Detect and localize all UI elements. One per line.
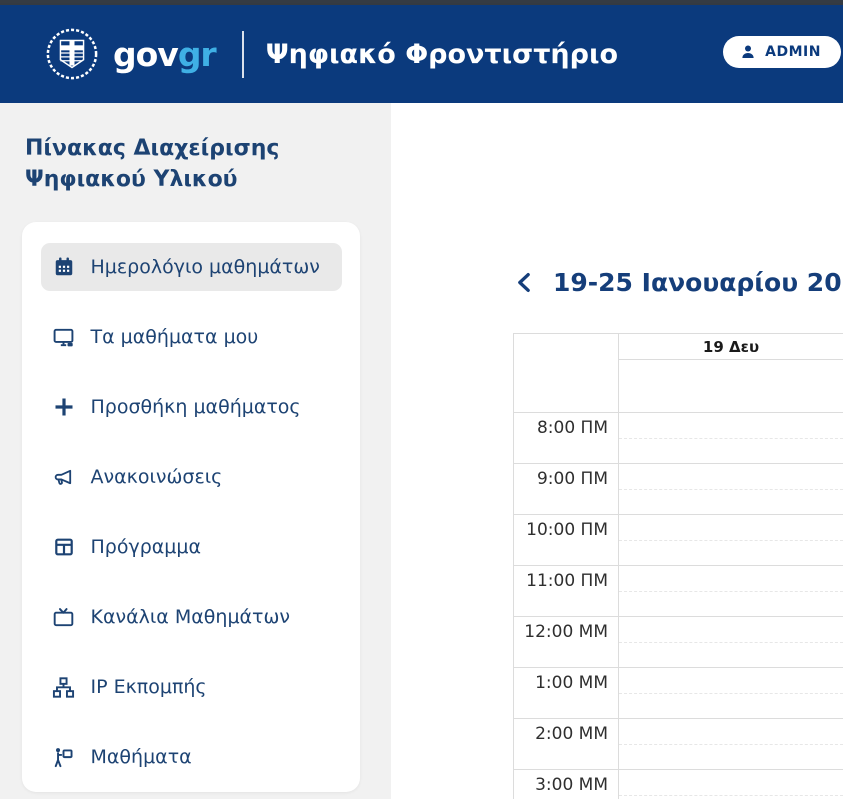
- half-hour-line: [619, 540, 843, 541]
- time-label: 1:00 ΜΜ: [514, 668, 619, 718]
- time-label: 12:00 ΜΜ: [514, 617, 619, 667]
- tv-icon: [52, 605, 76, 629]
- table-icon: [52, 535, 76, 559]
- sidebar-item-lesson-calendar[interactable]: Ημερολόγιο μαθημάτων: [41, 243, 342, 291]
- calendar-slot[interactable]: [619, 413, 843, 463]
- sidebar-title: Πίνακας Διαχείρισης Ψηφιακού Υλικού: [25, 133, 335, 195]
- sidebar-item-label: IP Εκπομπής: [91, 676, 207, 698]
- app-title: Ψηφιακό Φροντιστήριο: [266, 39, 618, 70]
- tour-icon: [52, 745, 76, 769]
- hour-row: 9:00 ΠΜ: [514, 463, 843, 514]
- govgr-logo[interactable]: govgr: [45, 27, 216, 81]
- app-frame: govgr Ψηφιακό Φροντιστήριο ADMIN Πίνακας…: [0, 0, 843, 799]
- time-label: 8:00 ΠΜ: [514, 413, 619, 463]
- calendar-slot[interactable]: [619, 566, 843, 616]
- calendar-slot[interactable]: [619, 719, 843, 769]
- time-label: 10:00 ΠΜ: [514, 515, 619, 565]
- chevron-left-icon: [512, 269, 537, 296]
- time-label: 11:00 ΠΜ: [514, 566, 619, 616]
- previous-week-button[interactable]: [511, 269, 537, 297]
- hour-row: 2:00 ΜΜ: [514, 718, 843, 769]
- hour-row: 10:00 ΠΜ: [514, 514, 843, 565]
- time-label: 3:00 ΜΜ: [514, 770, 619, 799]
- hour-row: 8:00 ΠΜ: [514, 412, 843, 463]
- time-label: 9:00 ΠΜ: [514, 464, 619, 514]
- logo-gr-text: gr: [178, 35, 216, 74]
- hour-row: 12:00 ΜΜ: [514, 616, 843, 667]
- sidebar-item-lessons[interactable]: Μαθήματα: [41, 733, 342, 781]
- sidebar-item-label: Μαθήματα: [91, 746, 192, 768]
- sidebar-item-label: Ανακοινώσεις: [91, 466, 223, 488]
- sidebar-menu-card: Ημερολόγιο μαθημάτων Τα μαθήματα μου: [22, 222, 360, 792]
- sidebar-item-label: Προσθήκη μαθήματος: [91, 396, 301, 418]
- calendar-day-header: 19 Δευ: [619, 334, 843, 412]
- half-hour-line: [619, 489, 843, 490]
- plus-icon: [52, 395, 76, 419]
- hour-row: 11:00 ΠΜ: [514, 565, 843, 616]
- admin-button[interactable]: ADMIN: [723, 36, 841, 68]
- half-hour-line: [619, 642, 843, 643]
- sidebar-item-announcements[interactable]: Ανακοινώσεις: [41, 453, 342, 501]
- header-divider: [242, 31, 244, 78]
- sidebar-item-my-lessons[interactable]: Τα μαθήματα μου: [41, 313, 342, 361]
- calendar-slot[interactable]: [619, 770, 843, 799]
- logo-gov-text: gov: [113, 35, 178, 74]
- week-calendar-grid: 19 Δευ 8:00 ΠΜ 9:00 ΠΜ 10:00 ΠΜ 11:00 ΠΜ: [513, 333, 843, 799]
- sidebar-item-ip-broadcast[interactable]: IP Εκπομπής: [41, 663, 342, 711]
- app-header: govgr Ψηφιακό Φροντιστήριο ADMIN: [0, 5, 843, 103]
- calendar-icon: [52, 255, 76, 279]
- calendar-slot[interactable]: [619, 464, 843, 514]
- week-title: 19-25 Ιανουαρίου 2026: [553, 268, 843, 297]
- main-content: 19-25 Ιανουαρίου 2026 19 Δευ 8:00 ΠΜ 9:0…: [391, 103, 843, 799]
- megaphone-icon: [52, 465, 76, 489]
- sidebar-item-add-lesson[interactable]: Προσθήκη μαθήματος: [41, 383, 342, 431]
- admin-button-label: ADMIN: [765, 44, 821, 60]
- half-hour-line: [619, 744, 843, 745]
- week-navigation: 19-25 Ιανουαρίου 2026: [511, 268, 843, 297]
- calendar-slot[interactable]: [619, 515, 843, 565]
- sidebar-item-label: Κανάλια Μαθημάτων: [91, 606, 291, 628]
- calendar-slot[interactable]: [619, 668, 843, 718]
- monitor-icon: [52, 325, 76, 349]
- govgr-wordmark: govgr: [113, 35, 216, 74]
- hour-row: 1:00 ΜΜ: [514, 667, 843, 718]
- all-day-slot[interactable]: [619, 359, 843, 412]
- hour-row: 3:00 ΜΜ: [514, 769, 843, 799]
- greek-emblem-icon: [45, 27, 99, 81]
- half-hour-line: [619, 591, 843, 592]
- person-icon: [739, 43, 757, 61]
- calendar-slot[interactable]: [619, 617, 843, 667]
- sidebar-item-label: Πρόγραμμα: [91, 536, 202, 558]
- day-header-label: 19 Δευ: [619, 334, 843, 359]
- sidebar-item-label: Ημερολόγιο μαθημάτων: [91, 256, 320, 278]
- half-hour-line: [619, 795, 843, 796]
- time-label: 2:00 ΜΜ: [514, 719, 619, 769]
- sidebar-item-schedule[interactable]: Πρόγραμμα: [41, 523, 342, 571]
- sidebar-item-lesson-channels[interactable]: Κανάλια Μαθημάτων: [41, 593, 342, 641]
- sidebar: Πίνακας Διαχείρισης Ψηφιακού Υλικού Ημερ…: [0, 103, 391, 799]
- network-icon: [52, 675, 76, 699]
- half-hour-line: [619, 693, 843, 694]
- calendar-gutter-header: [514, 334, 619, 412]
- calendar-header-row: 19 Δευ: [514, 334, 843, 412]
- half-hour-line: [619, 438, 843, 439]
- sidebar-item-label: Τα μαθήματα μου: [91, 326, 259, 348]
